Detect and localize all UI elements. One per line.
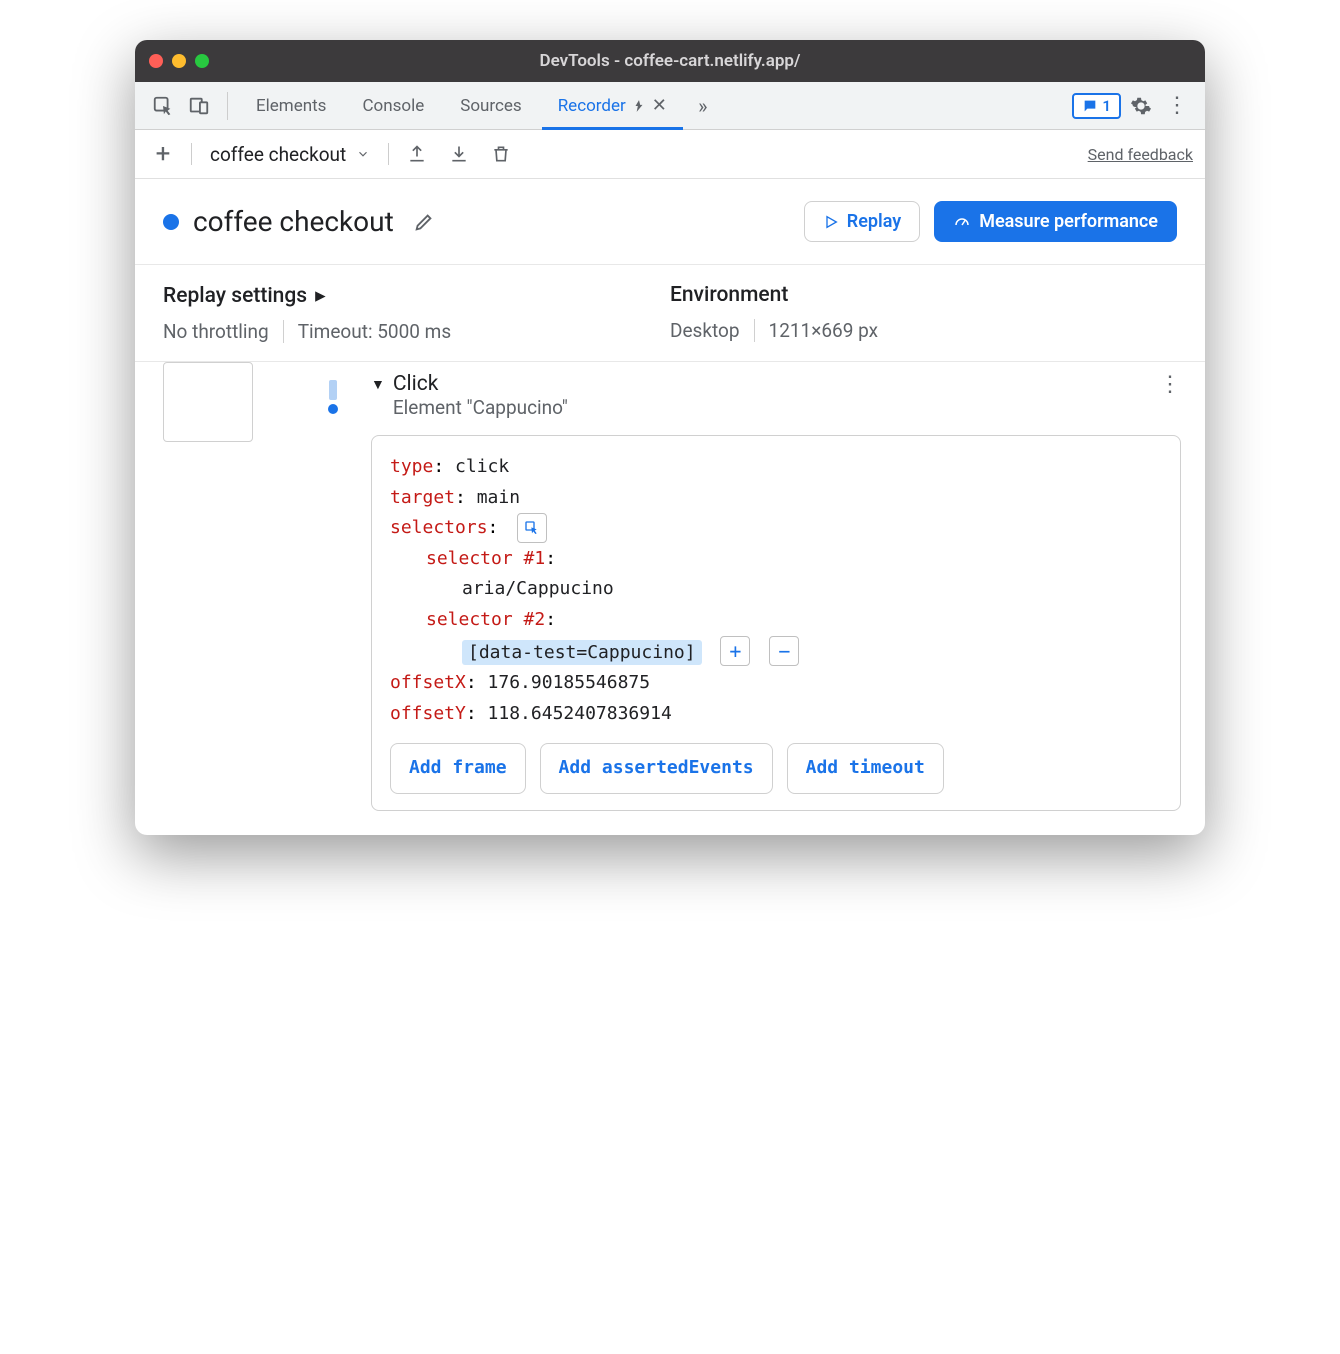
play-icon <box>823 214 839 230</box>
remove-selector-icon[interactable]: − <box>769 636 799 666</box>
step-area: ▼ Click Element "Cappucino" ⋮ type: clic… <box>135 362 1205 835</box>
tab-sources[interactable]: Sources <box>444 82 537 130</box>
add-frame-button[interactable]: Add frame <box>390 743 526 794</box>
step-subtitle: Element "Cappucino" <box>393 396 568 419</box>
selector1-value[interactable]: aria/Cappucino <box>462 578 614 599</box>
tab-console[interactable]: Console <box>346 82 440 130</box>
chevron-down-icon <box>356 147 370 161</box>
element-picker-icon[interactable] <box>517 513 547 543</box>
environment-title: Environment <box>670 283 1177 307</box>
settings-icon[interactable] <box>1125 90 1157 122</box>
step-details-card: type: click target: main selectors: sele… <box>371 435 1181 811</box>
step-title: Click <box>393 372 568 396</box>
divider <box>191 143 192 165</box>
offsetx-value[interactable]: 176.90185546875 <box>488 672 651 693</box>
device-value: Desktop <box>670 319 755 342</box>
replay-button[interactable]: Replay <box>804 201 920 242</box>
tab-elements[interactable]: Elements <box>240 82 342 130</box>
kebab-menu-icon[interactable]: ⋮ <box>1161 90 1193 122</box>
tab-recorder-label: Recorder <box>558 96 626 116</box>
add-selector-icon[interactable]: + <box>720 636 750 666</box>
send-feedback-link[interactable]: Send feedback <box>1088 145 1193 164</box>
step-thumbnail[interactable] <box>163 362 253 442</box>
timeout-value: Timeout: 5000 ms <box>284 320 465 343</box>
import-icon[interactable] <box>443 138 475 170</box>
recorder-toolbar: + coffee checkout Send feedback <box>135 130 1205 179</box>
offsetx-key: offsetX <box>390 672 466 693</box>
devtools-window: DevTools - coffee-cart.netlify.app/ Elem… <box>135 40 1205 835</box>
timeline-marker <box>313 362 353 811</box>
replay-label: Replay <box>847 211 901 232</box>
divider <box>388 143 389 165</box>
edit-title-icon[interactable] <box>408 206 440 238</box>
inspect-icon[interactable] <box>147 90 179 122</box>
collapse-step-icon[interactable]: ▼ <box>371 376 385 393</box>
recording-header: coffee checkout Replay Measure performan… <box>135 179 1205 264</box>
type-value[interactable]: click <box>455 456 509 477</box>
offsety-key: offsetY <box>390 703 466 724</box>
status-dot-icon <box>163 214 179 230</box>
issues-badge[interactable]: 1 <box>1072 93 1121 119</box>
titlebar: DevTools - coffee-cart.netlify.app/ <box>135 40 1205 82</box>
tab-recorder[interactable]: Recorder ✕ <box>542 82 683 130</box>
chat-icon <box>1082 98 1098 114</box>
throttling-value: No throttling <box>163 320 284 343</box>
recording-name: coffee checkout <box>210 143 346 166</box>
measure-label: Measure performance <box>979 211 1158 232</box>
target-value[interactable]: main <box>477 487 520 508</box>
delete-icon[interactable] <box>485 138 517 170</box>
selector2-key: selector #2 <box>426 609 545 630</box>
selector2-value[interactable]: [data-test=Cappucino] <box>462 640 702 665</box>
type-key: type <box>390 456 433 477</box>
close-tab-icon[interactable]: ✕ <box>652 95 667 116</box>
environment-col: Environment Desktop 1211×669 px <box>670 283 1177 343</box>
viewport-value: 1211×669 px <box>755 319 893 342</box>
selector1-key: selector #1 <box>426 548 545 569</box>
issues-count: 1 <box>1102 97 1111 115</box>
device-toggle-icon[interactable] <box>183 90 215 122</box>
recording-title: coffee checkout <box>193 205 394 238</box>
add-timeout-button[interactable]: Add timeout <box>787 743 944 794</box>
add-asserted-events-button[interactable]: Add assertedEvents <box>540 743 773 794</box>
add-recording-icon[interactable]: + <box>147 138 179 170</box>
gauge-icon <box>953 213 971 231</box>
devtools-tabs: Elements Console Sources Recorder ✕ » 1 … <box>135 82 1205 130</box>
selectors-key: selectors <box>390 517 488 538</box>
step-menu-icon[interactable]: ⋮ <box>1159 372 1181 397</box>
replay-settings-col: Replay settings ▸ No throttling Timeout:… <box>163 283 670 343</box>
recording-select[interactable]: coffee checkout <box>204 139 376 170</box>
chevron-right-icon: ▸ <box>315 283 326 308</box>
more-tabs-icon[interactable]: » <box>687 90 719 122</box>
divider <box>227 92 228 120</box>
settings-row: Replay settings ▸ No throttling Timeout:… <box>135 264 1205 362</box>
pin-icon <box>632 99 646 113</box>
target-key: target <box>390 487 455 508</box>
window-title: DevTools - coffee-cart.netlify.app/ <box>135 51 1205 71</box>
export-icon[interactable] <box>401 138 433 170</box>
offsety-value[interactable]: 118.6452407836914 <box>488 703 672 724</box>
measure-performance-button[interactable]: Measure performance <box>934 201 1177 242</box>
replay-settings-title[interactable]: Replay settings ▸ <box>163 283 670 308</box>
